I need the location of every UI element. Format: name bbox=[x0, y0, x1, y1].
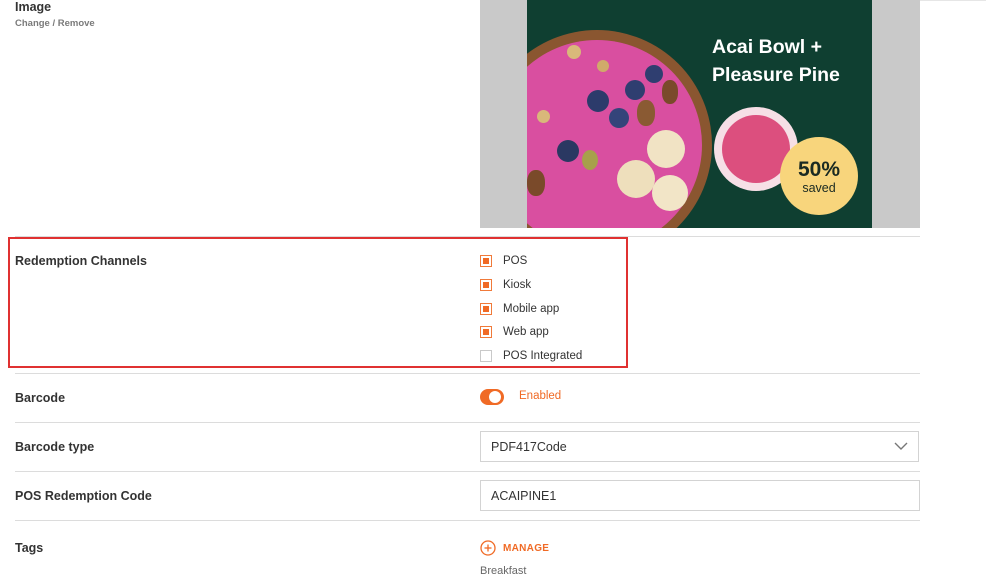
tags-label: Tags bbox=[15, 541, 44, 555]
blueberry bbox=[645, 65, 663, 83]
image-change-remove-link[interactable]: Change / Remove bbox=[15, 18, 95, 29]
blueberry bbox=[587, 90, 609, 112]
pos-redemption-code-label: POS Redemption Code bbox=[15, 489, 152, 503]
promo-title-line-2: Pleasure Pine bbox=[712, 64, 840, 86]
banana-slice bbox=[652, 175, 688, 211]
barcode-type-value: PDF417Code bbox=[491, 440, 567, 454]
pos-redemption-code-value: ACAIPINE1 bbox=[491, 489, 557, 503]
pumpkin-seed bbox=[582, 150, 598, 170]
pos-redemption-code-input[interactable]: ACAIPINE1 bbox=[480, 480, 920, 511]
granola bbox=[597, 60, 609, 72]
almond bbox=[662, 80, 678, 104]
toggle-knob bbox=[489, 391, 501, 403]
row-divider bbox=[15, 471, 920, 472]
row-divider bbox=[15, 373, 920, 374]
barcode-label: Barcode bbox=[15, 391, 66, 405]
tag-item: Breakfast bbox=[480, 565, 527, 577]
highlight-box bbox=[8, 237, 628, 368]
barcode-toggle[interactable] bbox=[480, 389, 504, 405]
promo-title-line-1: Acai Bowl + bbox=[712, 36, 822, 58]
plus-circle-icon bbox=[480, 540, 496, 556]
granola bbox=[567, 45, 581, 59]
barcode-type-select[interactable]: PDF417Code bbox=[480, 431, 919, 462]
banana-slice bbox=[647, 130, 685, 168]
image-label: Image bbox=[15, 0, 52, 14]
promo-image: Acai Bowl + Pleasure Pine 50% saved bbox=[527, 0, 872, 228]
barcode-status: Enabled bbox=[519, 390, 562, 402]
savings-percent: 50% bbox=[797, 158, 841, 181]
barcode-type-label: Barcode type bbox=[15, 440, 95, 454]
almond bbox=[637, 100, 655, 126]
savings-badge: 50% saved bbox=[780, 137, 858, 215]
blueberry bbox=[609, 108, 629, 128]
row-divider bbox=[15, 422, 920, 423]
savings-text: saved bbox=[802, 181, 836, 195]
banana-slice bbox=[617, 160, 655, 198]
blueberry bbox=[625, 80, 645, 100]
blueberry bbox=[557, 140, 579, 162]
promo-title: Acai Bowl + Pleasure Pine bbox=[712, 33, 872, 89]
row-divider bbox=[15, 520, 920, 521]
granola bbox=[537, 110, 550, 123]
top-divider bbox=[920, 0, 986, 1]
acai-bowl-graphic bbox=[527, 0, 712, 228]
manage-tags-button[interactable]: MANAGE bbox=[480, 540, 549, 556]
manage-label: MANAGE bbox=[503, 542, 550, 554]
almond bbox=[527, 170, 545, 196]
chevron-down-icon bbox=[894, 442, 908, 450]
